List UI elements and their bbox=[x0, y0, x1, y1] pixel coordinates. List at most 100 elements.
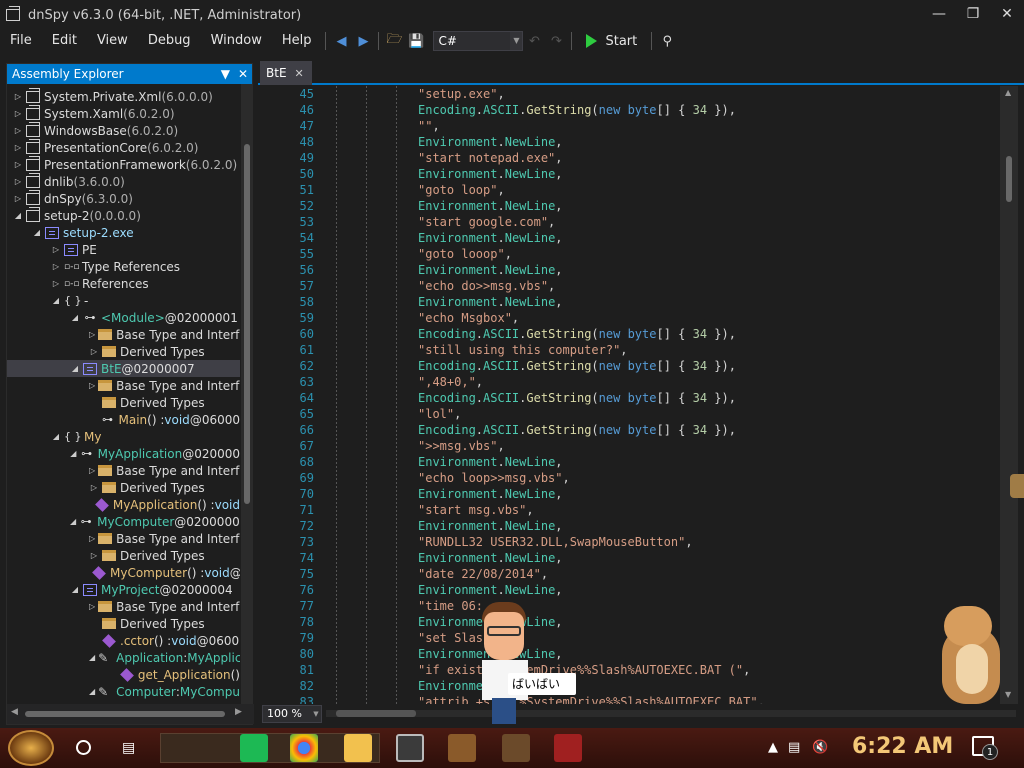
expand-arrow-icon[interactable]: ▷ bbox=[51, 245, 61, 254]
hamster-desktop-pet[interactable] bbox=[938, 602, 1004, 706]
redo-icon[interactable]: ↷ bbox=[545, 31, 567, 51]
collapse-arrow-icon[interactable]: ◢ bbox=[51, 432, 61, 441]
tree-node[interactable]: Derived Types bbox=[7, 615, 240, 632]
tree-node[interactable]: ▷ dnSpy (6.3.0.0) bbox=[7, 189, 240, 207]
expand-arrow-icon[interactable]: ▷ bbox=[13, 194, 23, 203]
file-explorer-app-icon[interactable] bbox=[344, 734, 372, 762]
tree-node[interactable]: ▷ WindowsBase (6.0.2.0) bbox=[7, 121, 240, 139]
tree-node[interactable]: ◢{ } My bbox=[7, 428, 240, 445]
cortana-icon[interactable] bbox=[76, 740, 91, 755]
hamster-app-icon[interactable] bbox=[502, 734, 530, 762]
scroll-thumb[interactable] bbox=[336, 710, 416, 717]
tree-node[interactable]: ⊶ Main() : void @06000 bbox=[7, 411, 240, 428]
menu-file[interactable]: File bbox=[0, 30, 42, 52]
close-tab-icon[interactable]: ✕ bbox=[295, 67, 304, 80]
tree-node[interactable]: ▷ PE bbox=[7, 241, 240, 258]
collapse-arrow-icon[interactable]: ◢ bbox=[70, 313, 80, 322]
collapse-arrow-icon[interactable]: ◢ bbox=[70, 585, 80, 594]
expand-arrow-icon[interactable]: ▷ bbox=[13, 143, 23, 152]
tree-node[interactable]: ▷ System.Xaml (6.0.2.0) bbox=[7, 104, 240, 122]
editor-horizontal-scrollbar[interactable] bbox=[326, 710, 1016, 717]
menu-edit[interactable]: Edit bbox=[42, 30, 87, 52]
tree-node[interactable]: ◢ MyProject @02000004 bbox=[7, 581, 240, 598]
expand-arrow-icon[interactable]: ▷ bbox=[89, 602, 95, 611]
tree-node[interactable]: ▷ Base Type and Interfaces bbox=[7, 377, 240, 394]
scroll-down-icon[interactable]: ▼ bbox=[1005, 690, 1011, 699]
navigate-back-icon[interactable]: ◀ bbox=[330, 31, 352, 51]
menu-help[interactable]: Help bbox=[272, 30, 322, 52]
tree-node[interactable]: ▷ Derived Types bbox=[7, 479, 240, 496]
code-editor[interactable]: 45 "setup.exe", 46 Encoding.ASCII.GetString… bbox=[258, 86, 1000, 704]
panel-close-icon[interactable]: ✕ bbox=[238, 64, 248, 84]
tree-node[interactable]: ▷ Base Type and Interfaces bbox=[7, 598, 240, 615]
tree-node[interactable]: ▷ dnlib (3.6.0.0) bbox=[7, 172, 240, 190]
scroll-up-icon[interactable]: ▲ bbox=[1005, 88, 1011, 97]
tree-node[interactable]: MyApplication() : void bbox=[7, 496, 240, 513]
menu-view[interactable]: View bbox=[87, 30, 138, 52]
dnspy-app-icon[interactable] bbox=[396, 734, 424, 762]
tree-node[interactable]: ◢ BtE @02000007 bbox=[7, 360, 240, 377]
zoom-selector[interactable]: 100 % ▼ bbox=[262, 705, 322, 723]
expand-arrow-icon[interactable]: ▷ bbox=[89, 483, 99, 492]
collapse-arrow-icon[interactable]: ◢ bbox=[70, 364, 80, 373]
expand-arrow-icon[interactable]: ▷ bbox=[89, 330, 95, 339]
expand-arrow-icon[interactable]: ▷ bbox=[51, 279, 61, 288]
collapse-arrow-icon[interactable]: ◢ bbox=[89, 653, 95, 662]
tree-node[interactable]: ▷ Base Type and Interfaces bbox=[7, 530, 240, 547]
tab-bte[interactable]: BtE ✕ bbox=[260, 61, 312, 85]
edge-widget-icon[interactable] bbox=[1010, 474, 1024, 498]
tree-node[interactable]: ◢{ } - bbox=[7, 292, 240, 309]
tree-node[interactable]: .cctor() : void @0600 bbox=[7, 632, 240, 649]
language-selector[interactable]: C# ▼ bbox=[433, 31, 524, 51]
tree-node[interactable]: ▷ PresentationFramework (6.0.2.0) bbox=[7, 155, 240, 173]
tree-node[interactable]: ◢ setup-2.exe bbox=[7, 224, 240, 241]
menu-window[interactable]: Window bbox=[201, 30, 272, 52]
expand-arrow-icon[interactable]: ▷ bbox=[51, 262, 61, 271]
start-orb-icon[interactable] bbox=[8, 730, 54, 766]
expand-arrow-icon[interactable]: ▷ bbox=[13, 126, 23, 135]
undo-icon[interactable]: ↶ bbox=[523, 31, 545, 51]
scroll-thumb[interactable] bbox=[244, 144, 250, 504]
save-all-icon[interactable]: 💾 bbox=[405, 31, 427, 51]
expand-arrow-icon[interactable]: ▷ bbox=[89, 534, 95, 543]
volume-muted-icon[interactable]: 🔇 bbox=[812, 740, 828, 755]
close-button[interactable]: ✕ bbox=[990, 0, 1024, 30]
scroll-thumb[interactable] bbox=[25, 711, 225, 717]
collapse-arrow-icon[interactable]: ◢ bbox=[70, 517, 76, 526]
expand-arrow-icon[interactable]: ▷ bbox=[89, 381, 95, 390]
tree-node[interactable]: ◢✎Computer : MyComputer bbox=[7, 683, 240, 700]
scroll-thumb[interactable] bbox=[1006, 156, 1012, 202]
tree-node[interactable]: ▷ System.Private.Xml (6.0.0.0) bbox=[7, 87, 240, 105]
expand-arrow-icon[interactable]: ▷ bbox=[13, 92, 23, 101]
taskbar-clock[interactable]: 6:22 AM bbox=[852, 734, 953, 759]
tree-node[interactable]: MyComputer() : void @ bbox=[7, 564, 240, 581]
tree-vertical-scrollbar[interactable] bbox=[241, 84, 253, 704]
tree-node[interactable]: get_Application() bbox=[7, 666, 240, 683]
restore-button[interactable]: ❐ bbox=[956, 0, 990, 30]
game-app-icon[interactable] bbox=[448, 734, 476, 762]
start-debugging-button[interactable]: Start bbox=[586, 34, 637, 49]
tree-node[interactable]: ◢ ⊶ MyApplication @020000 bbox=[7, 445, 240, 462]
menu-debug[interactable]: Debug bbox=[138, 30, 201, 52]
expand-arrow-icon[interactable]: ▷ bbox=[13, 160, 23, 169]
chrome-app-icon[interactable] bbox=[290, 734, 318, 762]
expand-arrow-icon[interactable]: ▷ bbox=[13, 177, 23, 186]
tree-horizontal-scrollbar[interactable]: ◀ ▶ bbox=[7, 704, 254, 724]
tree-node[interactable]: ◢ setup-2 (0.0.0.0) bbox=[7, 206, 240, 224]
collapse-arrow-icon[interactable]: ◢ bbox=[89, 687, 95, 696]
collapse-arrow-icon[interactable]: ◢ bbox=[70, 449, 77, 458]
show-hidden-icons-chevron-icon[interactable]: ▲ bbox=[768, 740, 778, 755]
spotify-app-icon[interactable] bbox=[240, 734, 268, 762]
media-app-icon[interactable] bbox=[554, 734, 582, 762]
tree-node[interactable]: ▷ Base Type and Interfaces bbox=[7, 462, 240, 479]
tree-node[interactable]: ▷ Derived Types bbox=[7, 343, 240, 360]
tree-node[interactable]: ◢ ⊶ <Module> @02000001 bbox=[7, 309, 240, 326]
collapse-arrow-icon[interactable]: ◢ bbox=[13, 211, 23, 220]
tree-node[interactable]: ▷ PresentationCore (6.0.2.0) bbox=[7, 138, 240, 156]
tree-node[interactable]: ▷ ▫-▫ References bbox=[7, 275, 240, 292]
tree-node[interactable]: ◢ ⊶ MyComputer @02000003 bbox=[7, 513, 240, 530]
expand-arrow-icon[interactable]: ▷ bbox=[13, 109, 23, 118]
scroll-right-icon[interactable]: ▶ bbox=[235, 707, 242, 717]
collapse-arrow-icon[interactable]: ◢ bbox=[32, 228, 42, 237]
expand-arrow-icon[interactable]: ▷ bbox=[89, 347, 99, 356]
